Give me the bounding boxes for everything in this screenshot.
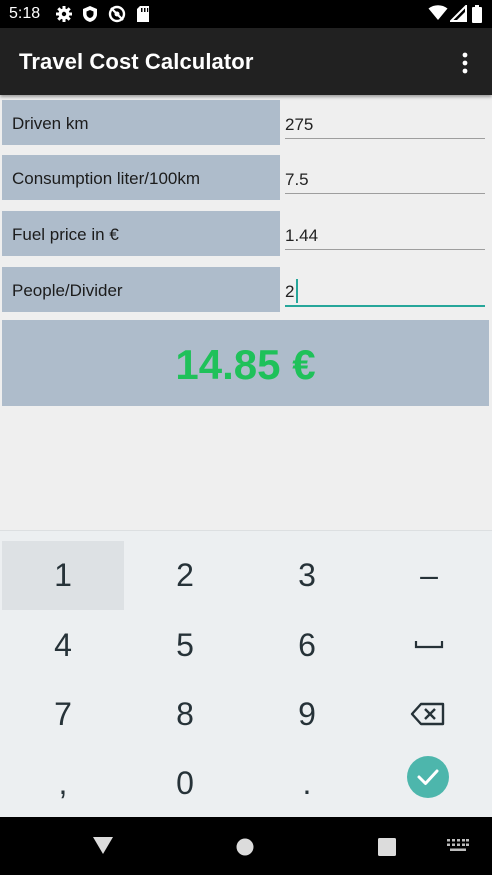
key-period[interactable]: . — [246, 749, 368, 818]
key-7[interactable]: 7 — [2, 680, 124, 749]
key-done[interactable] — [368, 749, 490, 818]
keyboard-switch-icon[interactable] — [447, 839, 469, 853]
result-panel: 14.85 € — [2, 320, 489, 406]
fuel-price-value: 1.44 — [285, 226, 319, 245]
done-check-icon — [407, 756, 449, 798]
driven-km-row: Driven km 275 — [2, 100, 490, 147]
app-title: Travel Cost Calculator — [19, 49, 254, 74]
settings-icon — [56, 6, 72, 22]
key-9[interactable]: 9 — [246, 680, 368, 749]
consumption-input[interactable]: 7.5 — [285, 155, 485, 200]
people-row: People/Divider 2 — [2, 267, 490, 314]
navigation-bar — [0, 817, 492, 875]
key-1[interactable]: 1 — [2, 541, 124, 610]
key-3[interactable]: 3 — [246, 541, 368, 610]
text-cursor — [296, 279, 298, 303]
fuel-price-label: Fuel price in € — [2, 211, 280, 256]
people-input[interactable]: 2 — [285, 267, 485, 312]
status-bar: 5:18 — [0, 0, 492, 28]
key-comma[interactable]: , — [2, 749, 124, 818]
more-vert-icon[interactable] — [455, 51, 475, 75]
status-time: 5:18 — [9, 5, 41, 22]
recents-icon[interactable] — [378, 838, 396, 856]
key-4[interactable]: 4 — [2, 611, 124, 680]
home-icon[interactable] — [236, 838, 254, 856]
result-amount: 14.85 € — [175, 341, 316, 388]
people-value: 2 — [285, 282, 295, 301]
app-bar: Travel Cost Calculator — [0, 28, 492, 95]
key-backspace[interactable] — [368, 680, 490, 749]
key-2[interactable]: 2 — [124, 541, 246, 610]
battery-icon — [472, 5, 482, 23]
shield-icon — [83, 6, 97, 22]
driven-km-label: Driven km — [2, 100, 280, 145]
driven-km-input[interactable]: 275 — [285, 100, 485, 145]
numeric-keyboard: 1 2 3 – 4 5 6 7 8 9 , 0 . — [0, 530, 492, 818]
key-minus[interactable]: – — [368, 541, 490, 610]
input-underline-focused — [285, 305, 485, 307]
signal-icon — [450, 5, 467, 22]
back-icon[interactable] — [93, 837, 113, 855]
consumption-row: Consumption liter/100km 7.5 — [2, 155, 490, 202]
sd-card-icon — [137, 6, 149, 22]
input-underline — [285, 249, 485, 250]
fuel-price-row: Fuel price in € 1.44 — [2, 211, 490, 258]
consumption-label: Consumption liter/100km — [2, 155, 280, 200]
people-label: People/Divider — [2, 267, 280, 312]
key-8[interactable]: 8 — [124, 680, 246, 749]
wifi-icon — [428, 5, 448, 20]
key-5[interactable]: 5 — [124, 611, 246, 680]
driven-km-value: 275 — [285, 115, 314, 134]
input-underline — [285, 138, 485, 139]
backspace-icon — [410, 702, 445, 726]
key-0[interactable]: 0 — [124, 749, 246, 818]
fuel-price-input[interactable]: 1.44 — [285, 211, 485, 256]
input-underline — [285, 193, 485, 194]
key-6[interactable]: 6 — [246, 611, 368, 680]
key-space[interactable] — [368, 611, 490, 680]
no-sync-icon — [108, 5, 126, 23]
space-icon — [414, 641, 444, 649]
consumption-value: 7.5 — [285, 170, 309, 189]
